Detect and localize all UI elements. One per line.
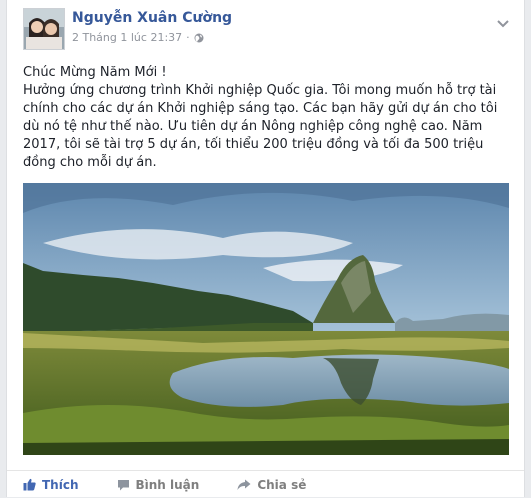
share-button[interactable]: Chia sẻ — [237, 478, 306, 492]
post-timestamp[interactable]: 2 Tháng 1 lúc 21:37 — [72, 31, 182, 44]
globe-icon[interactable] — [194, 33, 204, 43]
avatar[interactable] — [23, 8, 65, 50]
share-icon — [237, 479, 251, 490]
thumbs-up-icon — [23, 478, 36, 491]
post-photo[interactable] — [23, 183, 509, 455]
chevron-down-icon[interactable] — [496, 14, 510, 28]
like-button[interactable]: Thích — [23, 478, 79, 492]
post-meta: 2 Tháng 1 lúc 21:37 · — [72, 31, 204, 44]
post-actions-bar: Thích Bình luận Chia sẻ — [7, 470, 524, 498]
post-card: Nguyễn Xuân Cường 2 Tháng 1 lúc 21:37 · … — [6, 0, 525, 497]
post-greeting: Chúc Mừng Năm Mới ! — [23, 65, 167, 80]
comment-label: Bình luận — [135, 477, 200, 492]
meta-separator: · — [186, 31, 190, 44]
post-body: Hưởng ứng chương trình Khởi nghiệp Quốc … — [23, 83, 498, 170]
author-name[interactable]: Nguyễn Xuân Cường — [72, 10, 232, 26]
share-label: Chia sẻ — [257, 477, 307, 492]
comment-button[interactable]: Bình luận — [117, 477, 200, 492]
comment-icon — [117, 479, 129, 490]
like-label: Thích — [42, 477, 79, 492]
post-message: Chúc Mừng Năm Mới ! Hưởng ứng chương trì… — [23, 64, 509, 172]
